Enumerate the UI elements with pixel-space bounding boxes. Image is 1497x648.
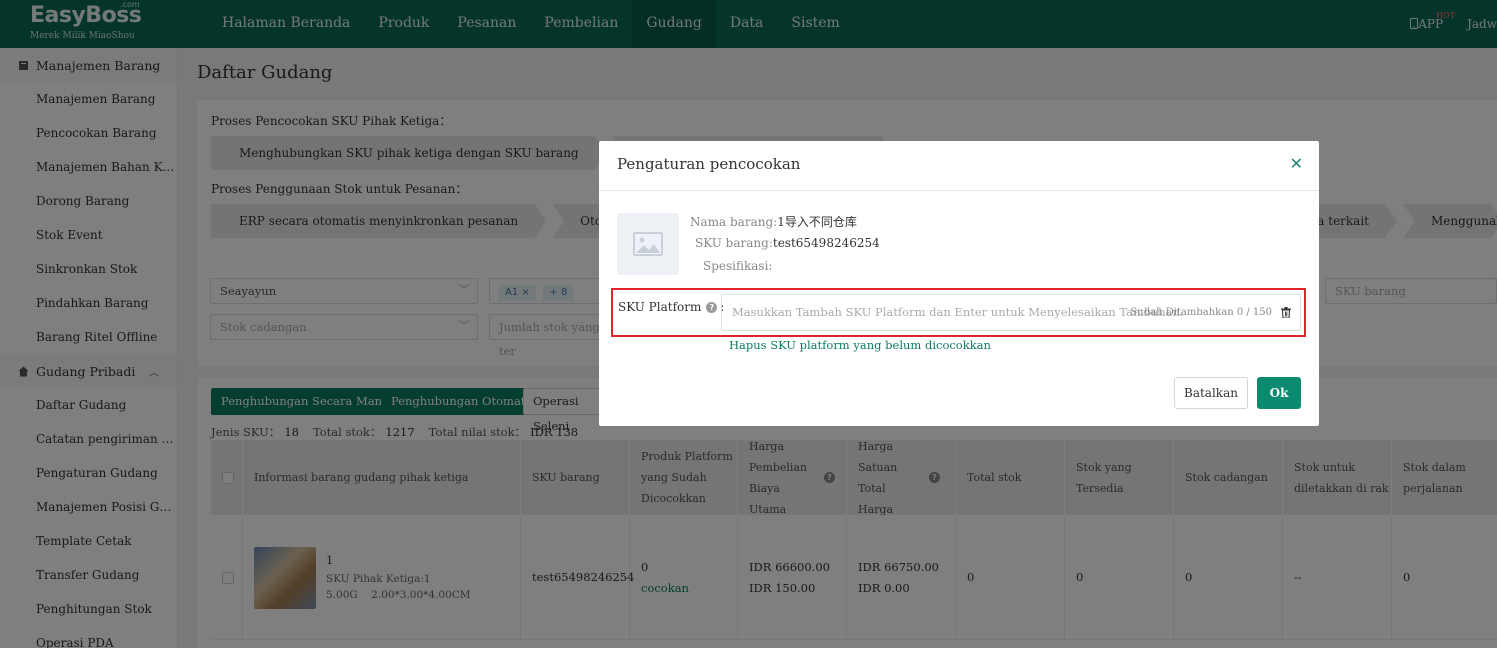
question-icon[interactable]: ?	[706, 301, 718, 313]
platform-sku-label: SKU Platform ? :	[618, 300, 724, 314]
platform-sku-placeholder: Masukkan Tambah SKU Platform dan Enter u…	[732, 305, 1184, 319]
product-name-line: Nama barang:1导入不同仓库	[690, 213, 857, 230]
platform-sku-label-text: SKU Platform	[618, 300, 702, 314]
product-image-placeholder	[617, 213, 679, 275]
clear-unmatched-link[interactable]: Hapus SKU platform yang belum dicocokkan	[729, 338, 991, 352]
close-icon[interactable]: ✕	[1290, 141, 1303, 187]
product-sku-label: SKU barang:	[695, 236, 773, 250]
platform-sku-input[interactable]: Masukkan Tambah SKU Platform dan Enter u…	[721, 294, 1301, 331]
ok-button[interactable]: Ok	[1257, 377, 1301, 409]
matching-settings-dialog: Pengaturan pencocokan ✕ Nama barang:1导入不…	[599, 141, 1319, 426]
dialog-header: Pengaturan pencocokan ✕	[599, 141, 1319, 191]
product-name-value: 1导入不同仓库	[777, 215, 857, 229]
added-count: Sudah Ditambahkan 0 / 150	[1130, 307, 1272, 318]
product-sku-value: test65498246254	[772, 236, 880, 250]
product-spec-label: Spesifikasi:	[703, 259, 773, 273]
cancel-button[interactable]: Batalkan	[1174, 377, 1248, 409]
platform-sku-highlight: SKU Platform ? : Masukkan Tambah SKU Pla…	[611, 288, 1306, 337]
image-icon	[633, 232, 663, 256]
dialog-title: Pengaturan pencocokan	[617, 155, 801, 173]
product-name-label: Nama barang:	[690, 215, 778, 229]
product-sku-line: SKU barang:test65498246254	[695, 236, 880, 250]
product-spec-line: Spesifikasi:	[703, 259, 772, 273]
trash-icon[interactable]	[1281, 307, 1291, 318]
